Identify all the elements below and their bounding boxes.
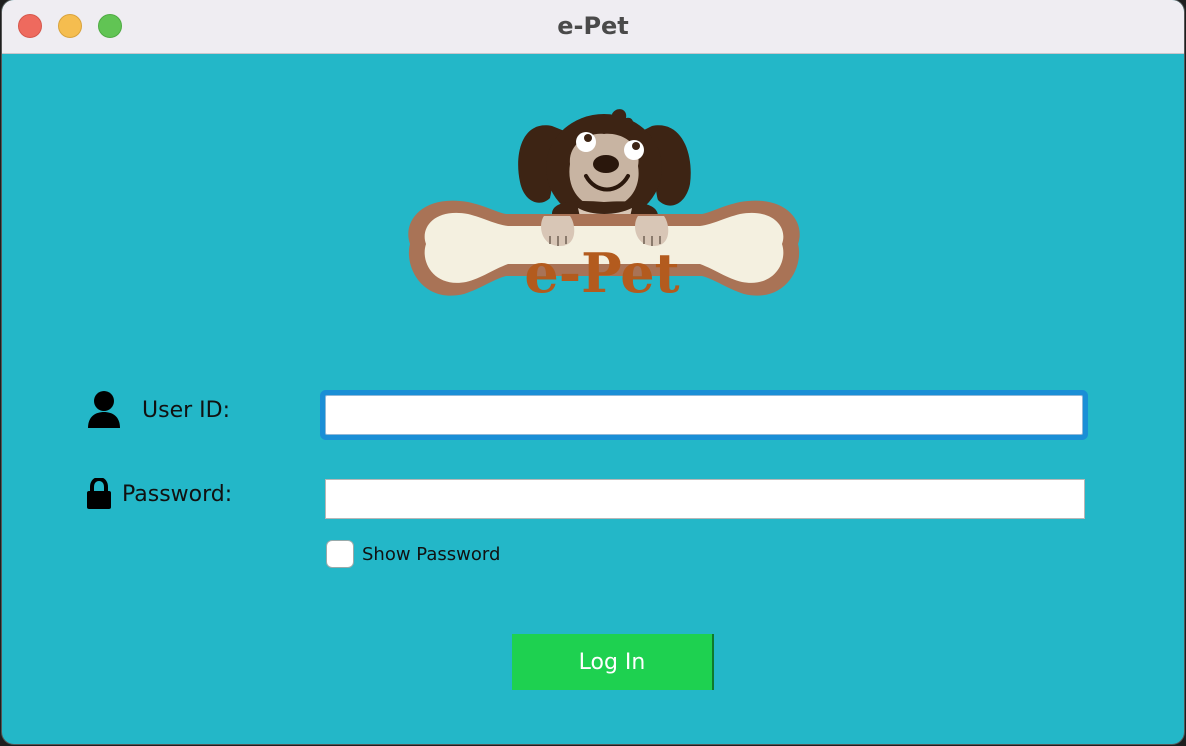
show-password-label[interactable]: Show Password xyxy=(362,544,500,565)
title-bar: e-Pet xyxy=(2,0,1184,54)
show-password-checkbox[interactable] xyxy=(326,540,354,568)
password-input[interactable] xyxy=(325,479,1085,519)
lock-icon xyxy=(87,478,111,509)
window-title: e-Pet xyxy=(557,12,629,40)
app-window: e-Pet e-Pet User ID: Password: Show Pass… xyxy=(2,0,1184,744)
user-id-input[interactable] xyxy=(325,395,1083,435)
login-button[interactable]: Log In xyxy=(512,634,714,690)
dog-on-bone-logo: e-Pet xyxy=(408,109,800,305)
password-label: Password: xyxy=(122,482,233,507)
user-id-label: User ID: xyxy=(142,398,230,423)
logo-text: e-Pet xyxy=(524,241,679,305)
user-icon xyxy=(88,391,120,428)
